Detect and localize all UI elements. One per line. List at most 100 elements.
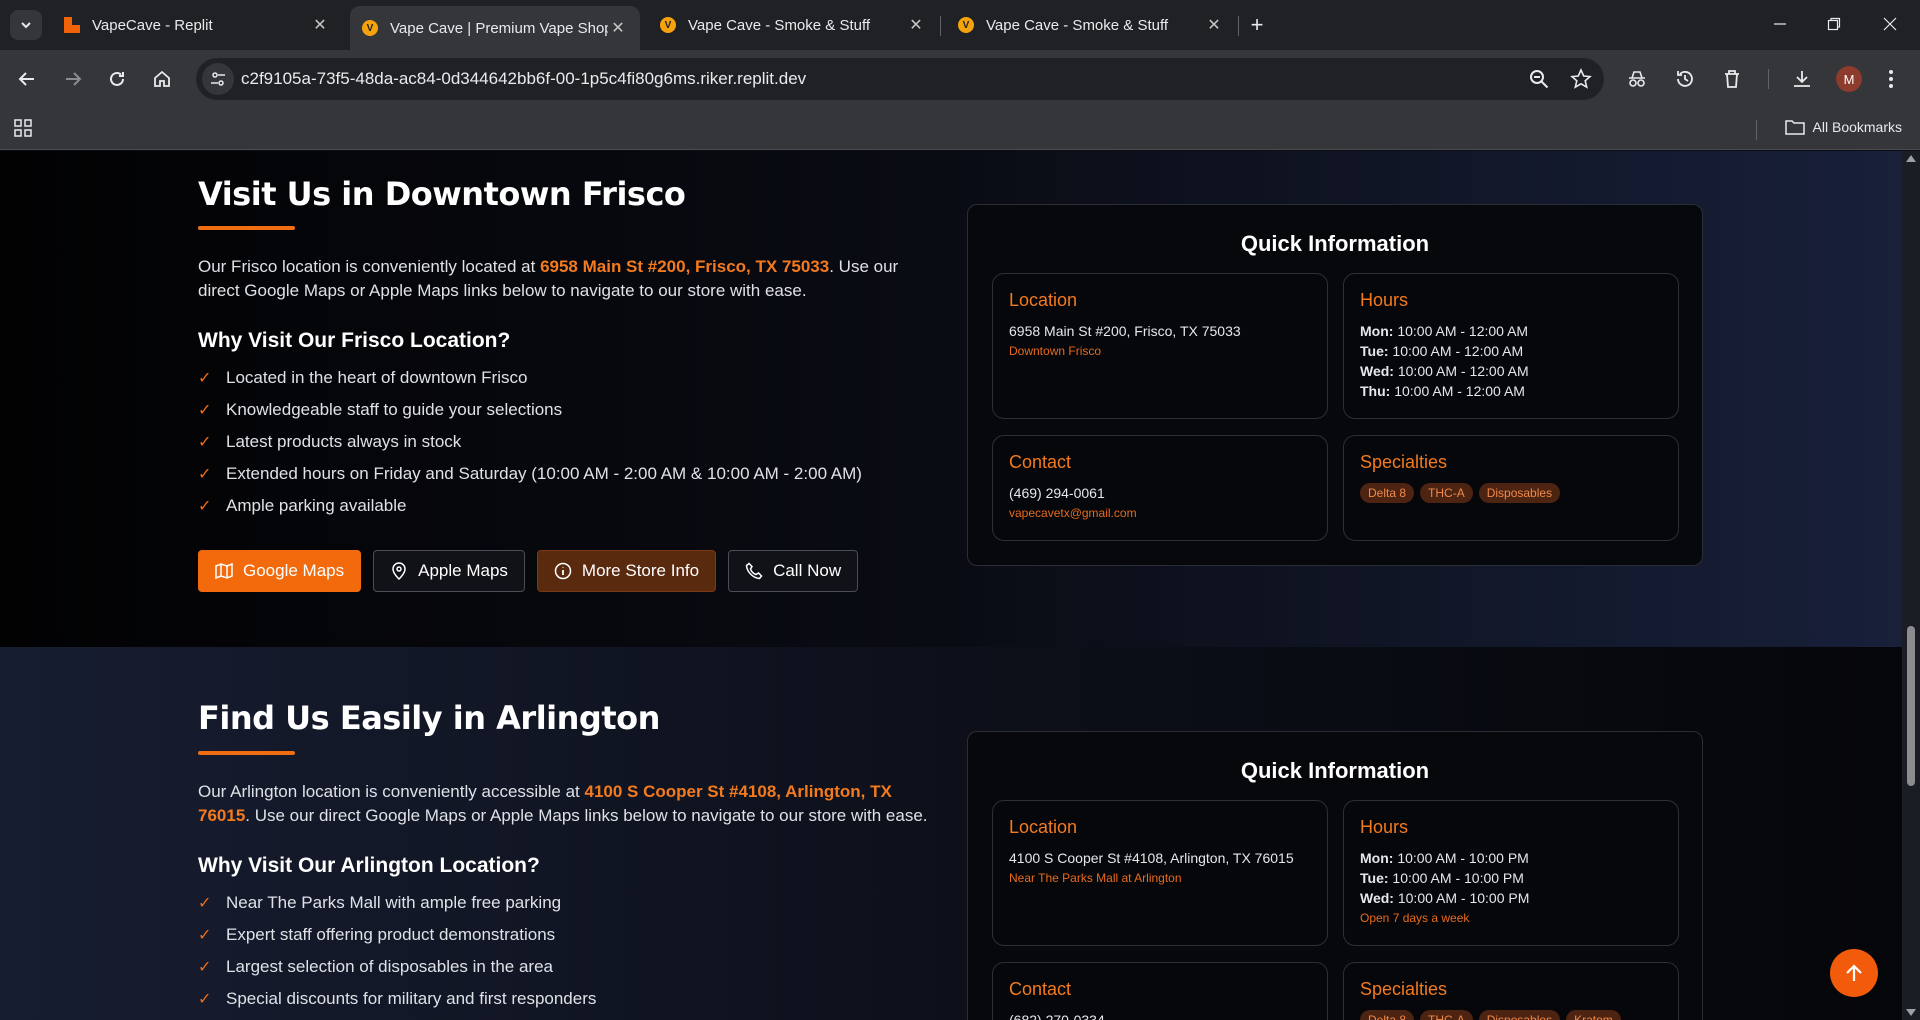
feature-text: Special discounts for military and first…	[226, 989, 597, 1008]
button-label: Google Maps	[243, 561, 345, 580]
scroll-thumb[interactable]	[1907, 626, 1915, 786]
contact-email[interactable]: vapecavetx@gmail.com	[1009, 503, 1311, 523]
list-item: ✓ Latest products always in stock	[198, 426, 862, 458]
download-icon	[1794, 71, 1810, 87]
history-icon	[1677, 71, 1693, 87]
heading-underline	[198, 226, 295, 230]
scroll-up-arrow[interactable]	[1906, 155, 1916, 162]
location-card: Location 4100 S Cooper St #4108, Arlingt…	[992, 800, 1328, 946]
browser-menu-button[interactable]	[1878, 66, 1904, 92]
button-label: Apple Maps	[418, 561, 508, 580]
apps-grid-icon	[14, 119, 32, 137]
hours-row: Wed: 10:00 AM - 10:00 PM	[1360, 890, 1530, 906]
address-bar[interactable]: c2f9105a-73f5-48da-ac84-0d344642bb6f-00-…	[196, 58, 1604, 100]
check-icon: ✓	[198, 466, 212, 483]
star-icon	[1570, 68, 1592, 89]
home-button[interactable]	[149, 66, 175, 92]
minimize-button[interactable]	[1768, 12, 1792, 36]
vapecave-icon: V	[362, 20, 378, 36]
close-icon[interactable]: ✕	[906, 15, 926, 35]
hours-row: Tue: 10:00 AM - 12:00 AM	[1360, 343, 1524, 359]
downloads-button[interactable]	[1789, 66, 1815, 92]
heading-underline	[198, 751, 295, 755]
delete-button[interactable]	[1719, 66, 1745, 92]
list-item: ✓ Located in the heart of downtown Frisco	[198, 362, 862, 394]
feature-text: Expert staff offering product demonstrat…	[226, 925, 556, 944]
tab-divider	[1238, 16, 1239, 36]
apps-button[interactable]	[14, 118, 34, 143]
call-now-button[interactable]: Call Now	[728, 550, 859, 592]
arlington-feature-list: ✓ Near The Parks Mall with ample free par…	[198, 887, 596, 1015]
back-button[interactable]	[14, 66, 40, 92]
lead-text: Our Frisco location is conveniently loca…	[198, 257, 541, 276]
check-icon: ✓	[198, 498, 212, 515]
feature-text: Located in the heart of downtown Frisco	[226, 368, 528, 387]
tab-replit[interactable]: VapeCave - Replit ✕	[52, 6, 342, 44]
check-icon: ✓	[198, 927, 212, 944]
location-label: Location	[1009, 290, 1078, 310]
tab-vapecave-active[interactable]: V Vape Cave | Premium Vape Shop ✕	[350, 6, 640, 50]
google-maps-button[interactable]: Google Maps	[198, 550, 362, 592]
check-icon: ✓	[198, 402, 212, 419]
tab-vapecave-2[interactable]: V Vape Cave - Smoke & Stuff ✕	[648, 6, 938, 44]
specialty-tag: Kratom	[1566, 1010, 1621, 1020]
frisco-address-link[interactable]: 6958 Main St #200, Frisco, TX 75033	[540, 257, 829, 276]
check-icon: ✓	[198, 895, 212, 912]
more-store-info-button[interactable]: More Store Info	[536, 550, 717, 592]
frisco-feature-list: ✓ Located in the heart of downtown Frisco…	[198, 362, 862, 522]
scroll-to-top-button[interactable]	[1830, 949, 1878, 997]
home-icon	[154, 70, 170, 87]
close-icon[interactable]: ✕	[608, 18, 628, 38]
zoom-button[interactable]	[1528, 68, 1550, 95]
info-icon	[554, 562, 572, 580]
forward-button[interactable]	[60, 66, 86, 92]
quick-info-title: Quick Information	[1240, 231, 1430, 256]
tab-title: Vape Cave - Smoke & Stuff	[688, 16, 871, 34]
chevron-down-icon	[21, 22, 31, 29]
url-text[interactable]: c2f9105a-73f5-48da-ac84-0d344642bb6f-00-…	[241, 69, 806, 89]
frisco-action-buttons: Google Maps Apple Maps More Store Info C…	[198, 550, 859, 592]
feature-text: Extended hours on Friday and Saturday (1…	[226, 464, 862, 483]
specialties-card: Specialties Delta 8 THC-A Disposables	[1343, 435, 1679, 541]
bookmarks-bar: All Bookmarks	[0, 108, 1920, 150]
specialty-tag: Disposables	[1478, 1010, 1561, 1020]
contact-phone[interactable]: (682) 270-0334	[1009, 1010, 1311, 1020]
feature-text: Largest selection of disposables in the …	[226, 957, 553, 976]
check-icon: ✓	[198, 370, 212, 387]
apple-maps-button[interactable]: Apple Maps	[373, 550, 525, 592]
hours-label: Hours	[1360, 817, 1409, 837]
history-button[interactable]	[1672, 66, 1698, 92]
close-window-button[interactable]	[1878, 12, 1902, 36]
new-tab-button[interactable]: +	[1244, 12, 1270, 38]
specialty-tag: THC-A	[1420, 483, 1473, 503]
reload-icon	[110, 71, 124, 86]
check-icon: ✓	[198, 434, 212, 451]
frisco-section: Visit Us in Downtown Frisco Our Frisco l…	[0, 151, 1902, 647]
folder-icon	[1784, 120, 1805, 135]
extension-button[interactable]	[1624, 66, 1650, 92]
all-bookmarks-button[interactable]: All Bookmarks	[1784, 118, 1902, 136]
toolbar-divider	[1768, 69, 1769, 89]
scroll-down-arrow[interactable]	[1906, 1009, 1916, 1016]
arlington-heading: Find Us Easily in Arlington	[198, 699, 660, 737]
arrow-left-icon	[18, 72, 34, 86]
reload-button[interactable]	[104, 66, 130, 92]
site-info-button[interactable]	[202, 63, 234, 95]
specialties-label: Specialties	[1360, 452, 1448, 472]
bookmark-star-button[interactable]	[1570, 68, 1592, 95]
close-icon[interactable]: ✕	[310, 15, 330, 35]
specialty-tags: Delta 8 THC-A Disposables Kratom	[1360, 1010, 1662, 1020]
tab-search-button[interactable]	[10, 10, 42, 40]
hours-row: Mon: 10:00 AM - 12:00 AM	[1360, 323, 1529, 339]
specialty-tag: Delta 8	[1360, 483, 1415, 503]
lead-text: . Use our direct Google Maps or Apple Ma…	[245, 806, 928, 825]
profile-avatar[interactable]: M	[1836, 66, 1862, 92]
restore-button[interactable]	[1822, 12, 1846, 36]
tune-icon	[211, 72, 225, 86]
all-bookmarks-label: All Bookmarks	[1812, 119, 1902, 135]
tab-vapecave-3[interactable]: V Vape Cave - Smoke & Stuff ✕	[946, 6, 1236, 44]
contact-phone[interactable]: (469) 294-0061	[1009, 483, 1311, 503]
close-icon[interactable]: ✕	[1204, 15, 1224, 35]
hours-label: Hours	[1360, 290, 1409, 310]
page-scrollbar[interactable]	[1902, 151, 1920, 1020]
